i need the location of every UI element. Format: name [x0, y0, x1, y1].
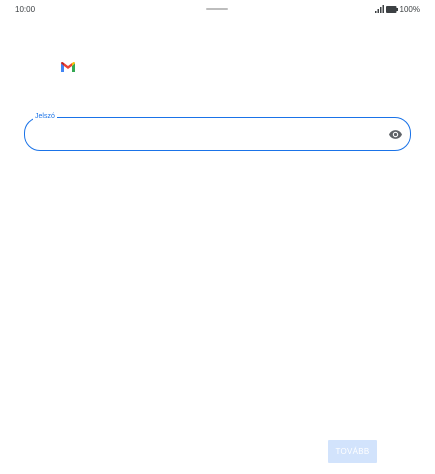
next-button[interactable]: TOVÁBB [328, 440, 377, 463]
password-field[interactable]: Jelszó [24, 112, 411, 151]
gmail-logo-icon [61, 59, 75, 72]
signal-icon [374, 5, 384, 13]
password-label: Jelszó [33, 112, 57, 122]
battery-icon [385, 5, 398, 13]
eye-icon[interactable] [387, 126, 403, 142]
status-time: 10:00 [15, 5, 36, 14]
notch-pill [206, 8, 228, 10]
battery-percent: 100% [399, 4, 420, 14]
status-icons: 100% [374, 4, 420, 14]
status-bar: 10:00 100% [0, 0, 435, 22]
